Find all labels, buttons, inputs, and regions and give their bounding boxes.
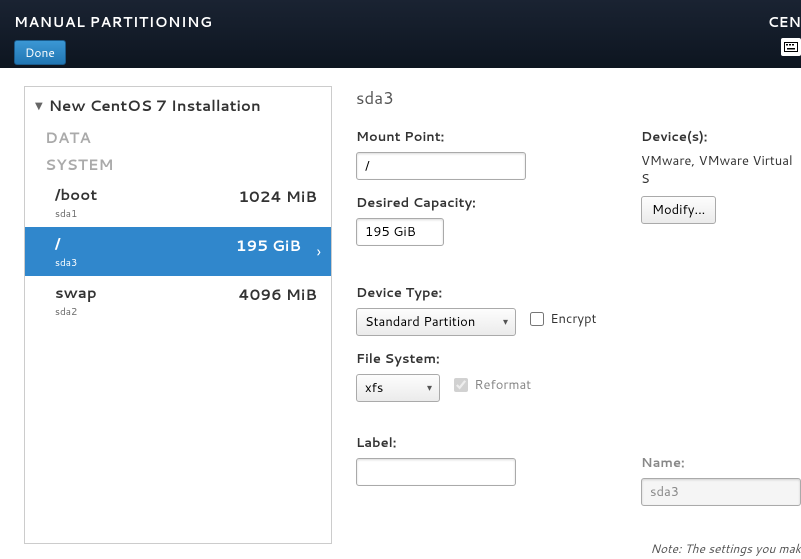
detail-title: sda3 <box>356 86 801 128</box>
page-title: MANUAL PARTITIONING <box>14 12 787 32</box>
partition-row-swap[interactable]: swap 4096 MiB sda2 <box>25 276 331 325</box>
reformat-label: Reformat <box>474 376 531 394</box>
partition-device: sda2 <box>55 305 317 319</box>
reformat-checkbox <box>454 378 468 392</box>
partition-size: 195 GiB <box>236 235 301 256</box>
chevron-right-icon: › <box>317 240 321 263</box>
modify-button[interactable]: Modify... <box>641 196 716 224</box>
partition-row-boot[interactable]: /boot 1024 MiB sda1 <box>25 178 331 227</box>
name-input <box>641 478 801 506</box>
partition-row-root[interactable]: / 195 GiB sda3 › <box>25 227 331 276</box>
footer-note: Note: The settings you mak <box>650 540 801 557</box>
right-panel: sda3 Mount Point: Desired Capacity: <box>332 68 801 559</box>
header-distro: CEN <box>768 12 801 32</box>
label-label: Label: <box>356 434 621 452</box>
file-system-select[interactable]: xfs <box>356 374 440 402</box>
chevron-down-icon: ▼ <box>35 99 43 113</box>
device-type-label: Device Type: <box>356 284 621 302</box>
section-data: DATA <box>25 124 331 151</box>
mount-point-input[interactable] <box>356 152 526 180</box>
partition-device: sda1 <box>55 207 317 221</box>
mount-point-label: Mount Point: <box>356 128 621 146</box>
desired-capacity-input[interactable] <box>356 218 444 246</box>
left-panel: ▼ New CentOS 7 Installation DATA SYSTEM … <box>0 68 332 559</box>
desired-capacity-label: Desired Capacity: <box>356 194 621 212</box>
tree-header[interactable]: ▼ New CentOS 7 Installation <box>25 87 331 124</box>
encrypt-checkbox[interactable] <box>530 312 544 326</box>
label-input[interactable] <box>356 458 516 486</box>
encrypt-label: Encrypt <box>550 310 596 328</box>
device-type-select[interactable]: Standard Partition <box>356 308 516 336</box>
keyboard-icon[interactable] <box>781 38 801 56</box>
devices-label: Device(s): <box>641 128 801 146</box>
name-label: Name: <box>641 454 801 472</box>
header-bar: MANUAL PARTITIONING CEN Done <box>0 0 801 68</box>
partition-size: 1024 MiB <box>238 186 317 207</box>
partition-device: sda3 <box>55 256 317 270</box>
done-button[interactable]: Done <box>14 40 66 65</box>
partition-size: 4096 MiB <box>238 284 317 305</box>
section-system: SYSTEM <box>25 151 331 178</box>
tree-title: New CentOS 7 Installation <box>49 95 261 116</box>
devices-text: VMware, VMware Virtual S <box>641 152 801 188</box>
main-content: ▼ New CentOS 7 Installation DATA SYSTEM … <box>0 68 801 559</box>
file-system-label: File System: <box>356 350 621 368</box>
partition-list: ▼ New CentOS 7 Installation DATA SYSTEM … <box>24 86 332 544</box>
